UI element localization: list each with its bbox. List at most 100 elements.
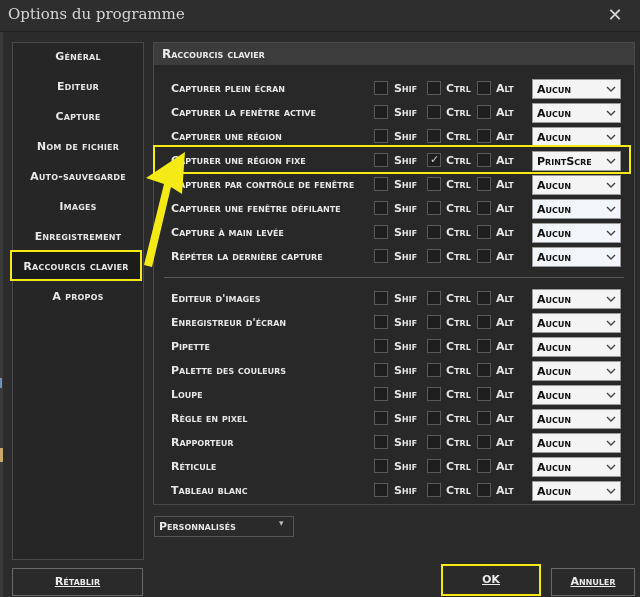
ctrl-checkbox[interactable] — [427, 459, 441, 473]
ctrl-checkbox[interactable] — [427, 315, 441, 329]
key-dropdown[interactable]: Aucun — [532, 79, 621, 99]
sidebar-item-editeur[interactable]: Editeur — [13, 75, 143, 99]
alt-checkbox[interactable] — [477, 291, 491, 305]
ctrl-checkbox[interactable] — [427, 225, 441, 239]
reset-button[interactable]: Rétablir — [12, 568, 143, 596]
key-value: Aucun — [537, 107, 572, 120]
ctrl-checkbox[interactable]: ✓ — [427, 153, 441, 167]
ctrl-checkbox[interactable] — [427, 105, 441, 119]
alt-checkbox[interactable] — [477, 483, 491, 497]
ctrl-checkbox[interactable] — [427, 387, 441, 401]
chevron-down-icon — [606, 254, 616, 260]
shortcut-row: Règle en pixel Shif Ctrl Alt Aucun — [154, 407, 634, 431]
key-dropdown[interactable]: Aucun — [532, 223, 621, 243]
alt-checkbox[interactable] — [477, 315, 491, 329]
shift-checkbox[interactable] — [374, 291, 388, 305]
key-dropdown[interactable]: Aucun — [532, 247, 621, 267]
alt-checkbox[interactable] — [477, 387, 491, 401]
shift-checkbox[interactable] — [374, 363, 388, 377]
alt-checkbox[interactable] — [477, 153, 491, 167]
alt-checkbox[interactable] — [477, 81, 491, 95]
ctrl-checkbox[interactable] — [427, 81, 441, 95]
ctrl-checkbox[interactable] — [427, 291, 441, 305]
ctrl-checkbox[interactable] — [427, 339, 441, 353]
sidebar-item-general[interactable]: Général — [13, 45, 143, 69]
sidebar-item-images[interactable]: Images — [13, 195, 143, 219]
key-dropdown[interactable]: Aucun — [532, 175, 621, 195]
alt-checkbox[interactable] — [477, 339, 491, 353]
shift-label: Shif — [394, 106, 418, 119]
sidebar-item-a-propos[interactable]: A propos — [13, 285, 143, 309]
alt-checkbox[interactable] — [477, 201, 491, 215]
ctrl-checkbox[interactable] — [427, 411, 441, 425]
shift-checkbox[interactable] — [374, 339, 388, 353]
sidebar-item-raccourcis-clavier[interactable]: Raccourcis clavier — [10, 250, 142, 281]
ctrl-checkbox[interactable] — [427, 363, 441, 377]
alt-checkbox[interactable] — [477, 435, 491, 449]
shift-checkbox[interactable] — [374, 201, 388, 215]
key-dropdown[interactable]: Aucun — [532, 457, 621, 477]
shift-checkbox[interactable] — [374, 129, 388, 143]
ctrl-checkbox[interactable] — [427, 435, 441, 449]
key-dropdown[interactable]: Aucun — [532, 199, 621, 219]
ctrl-checkbox[interactable] — [427, 177, 441, 191]
shift-checkbox[interactable] — [374, 459, 388, 473]
shift-checkbox[interactable] — [374, 153, 388, 167]
key-dropdown[interactable]: Aucun — [532, 385, 621, 405]
alt-checkbox[interactable] — [477, 411, 491, 425]
chevron-down-icon — [606, 416, 616, 422]
key-value: Aucun — [537, 179, 572, 192]
shift-checkbox[interactable] — [374, 105, 388, 119]
key-dropdown[interactable]: Aucun — [532, 313, 621, 333]
alt-checkbox[interactable] — [477, 129, 491, 143]
shift-checkbox[interactable] — [374, 225, 388, 239]
ctrl-checkbox[interactable] — [427, 249, 441, 263]
shift-checkbox[interactable] — [374, 315, 388, 329]
shortcut-label: Répéter la dernière capture — [171, 250, 323, 263]
shortcut-row: Pipette Shif Ctrl Alt Aucun — [154, 335, 634, 359]
shift-checkbox[interactable] — [374, 483, 388, 497]
ctrl-checkbox[interactable] — [427, 483, 441, 497]
sidebar-item-nom-de-fichier[interactable]: Nom de fichier — [13, 135, 143, 159]
sidebar-item-auto-sauvegarde[interactable]: Auto-sauvegarde — [13, 165, 143, 189]
alt-checkbox[interactable] — [477, 249, 491, 263]
alt-checkbox[interactable] — [477, 363, 491, 377]
key-dropdown[interactable]: Aucun — [532, 433, 621, 453]
ok-button[interactable]: OK — [441, 564, 541, 596]
key-dropdown[interactable]: Aucun — [532, 127, 621, 147]
key-value: PrintScre — [537, 155, 592, 168]
key-dropdown[interactable]: Aucun — [532, 409, 621, 429]
shift-checkbox[interactable] — [374, 177, 388, 191]
alt-checkbox[interactable] — [477, 459, 491, 473]
shift-checkbox[interactable] — [374, 81, 388, 95]
shift-checkbox[interactable] — [374, 411, 388, 425]
title-bar: Options du programme ✕ — [0, 0, 640, 32]
sidebar-item-capture[interactable]: Capture — [13, 105, 143, 129]
checkmark-icon: ✓ — [430, 153, 440, 166]
shortcut-row: Capturer une région Shif Ctrl Alt Aucun — [154, 125, 634, 149]
ctrl-checkbox[interactable] — [427, 129, 441, 143]
key-dropdown[interactable]: Aucun — [532, 337, 621, 357]
cancel-button[interactable]: Annuler — [551, 568, 635, 596]
shift-checkbox[interactable] — [374, 387, 388, 401]
alt-checkbox[interactable] — [477, 105, 491, 119]
alt-checkbox[interactable] — [477, 177, 491, 191]
shift-checkbox[interactable] — [374, 435, 388, 449]
key-dropdown[interactable]: Aucun — [532, 481, 621, 501]
key-dropdown[interactable]: Aucun — [532, 103, 621, 123]
sidebar-item-enregistrement[interactable]: Enregistrement — [13, 225, 143, 249]
chevron-down-icon — [606, 182, 616, 188]
shift-checkbox[interactable] — [374, 249, 388, 263]
close-icon[interactable]: ✕ — [605, 6, 625, 26]
preset-dropdown[interactable]: Personnalisés ▾ — [154, 516, 294, 537]
ctrl-checkbox[interactable] — [427, 201, 441, 215]
key-dropdown[interactable]: Aucun — [532, 361, 621, 381]
ctrl-label: Ctrl — [446, 250, 471, 263]
key-dropdown[interactable]: PrintScre — [532, 151, 621, 171]
key-dropdown[interactable]: Aucun — [532, 289, 621, 309]
shortcut-label: Capture à main levée — [171, 226, 284, 239]
alt-checkbox[interactable] — [477, 225, 491, 239]
shortcut-row: Capture à main levée Shif Ctrl Alt Aucun — [154, 221, 634, 245]
chevron-down-icon — [606, 368, 616, 374]
key-value: Aucun — [537, 251, 572, 264]
